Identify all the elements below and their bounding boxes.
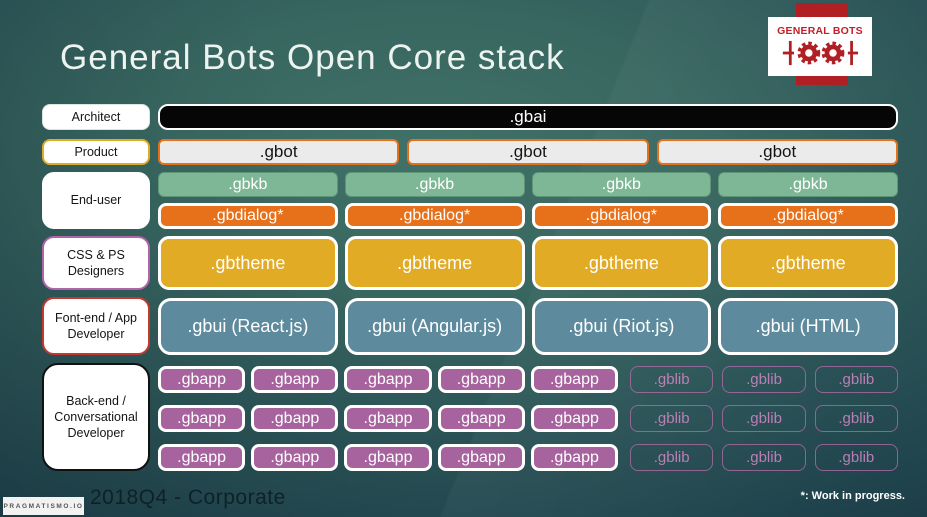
gbot-box: .gbot bbox=[407, 139, 649, 165]
gbdialog-box: .gbdialog* bbox=[158, 203, 338, 229]
general-bots-logo: GENERAL BOTS bbox=[768, 17, 872, 76]
row-gbui: .gbui (React.js) .gbui (Angular.js) .gbu… bbox=[158, 298, 898, 355]
gbdialog-box: .gbdialog* bbox=[344, 203, 525, 229]
logo-wordmark: GENERAL BOTS bbox=[777, 25, 863, 37]
page-title: General Bots Open Core stack bbox=[60, 38, 565, 77]
gbapp-box: .gbapp bbox=[344, 366, 432, 393]
gbkb-box: .gbkb bbox=[158, 172, 338, 197]
gbapp-box: .gbapp bbox=[344, 405, 432, 432]
gbui-html-box: .gbui (HTML) bbox=[718, 298, 898, 355]
gbkb-box: .gbkb bbox=[344, 172, 525, 197]
row-backend-1: .gbapp .gbapp .gbapp .gbapp .gbapp .gbli… bbox=[158, 366, 898, 393]
row-gbkb: .gbkb .gbkb .gbkb .gbkb bbox=[158, 172, 898, 197]
row-gbdialog: .gbdialog* .gbdialog* .gbdialog* .gbdial… bbox=[158, 203, 898, 229]
row-gbot: .gbot .gbot .gbot bbox=[158, 139, 898, 165]
gbdialog-box: .gbdialog* bbox=[531, 203, 712, 229]
gbdialog-box: .gbdialog* bbox=[718, 203, 898, 229]
gbui-angular-box: .gbui (Angular.js) bbox=[344, 298, 525, 355]
gbapp-box: .gbapp bbox=[437, 444, 525, 471]
role-label-end-user: End-user bbox=[42, 172, 150, 229]
gblib-box: .gblib bbox=[722, 405, 806, 432]
role-label-architect: Architect bbox=[42, 104, 150, 130]
gbkb-box: .gbkb bbox=[531, 172, 712, 197]
gbtheme-box: .gbtheme bbox=[344, 236, 525, 290]
gbui-riot-box: .gbui (Riot.js) bbox=[531, 298, 712, 355]
gbapp-box: .gbapp bbox=[158, 366, 246, 393]
gbui-react-box: .gbui (React.js) bbox=[158, 298, 338, 355]
gbtheme-box: .gbtheme bbox=[158, 236, 338, 290]
gbapp-box: .gbapp bbox=[437, 405, 525, 432]
gbtheme-box: .gbtheme bbox=[718, 236, 898, 290]
gblib-group: .gblib .gblib .gblib bbox=[630, 444, 898, 471]
gblib-box: .gblib bbox=[814, 444, 898, 471]
gblib-box: .gblib bbox=[814, 405, 898, 432]
gblib-box: .gblib bbox=[814, 366, 898, 393]
gbapp-box: .gbapp bbox=[530, 444, 619, 471]
gbapp-box: .gbapp bbox=[530, 405, 619, 432]
role-label-frontend-app-developer: Font-end / App Developer bbox=[42, 297, 150, 355]
gblib-group: .gblib .gblib .gblib bbox=[630, 405, 898, 432]
gbapp-box: .gbapp bbox=[530, 366, 619, 393]
gbtheme-box: .gbtheme bbox=[531, 236, 712, 290]
gbapp-box: .gbapp bbox=[251, 366, 339, 393]
gbai-box: .gbai bbox=[158, 104, 898, 130]
gbapp-box: .gbapp bbox=[158, 444, 246, 471]
gbapp-box: .gbapp bbox=[437, 366, 525, 393]
gears-icon bbox=[782, 40, 859, 66]
slide-canvas: General Bots Open Core stack GENERAL BOT… bbox=[0, 0, 927, 517]
gbapp-box: .gbapp bbox=[251, 405, 339, 432]
pragmatismo-brand-badge: PRAGMATISMO.IO bbox=[3, 497, 84, 515]
gblib-group: .gblib .gblib .gblib bbox=[630, 366, 898, 393]
gblib-box: .gblib bbox=[722, 444, 806, 471]
gbapp-group: .gbapp .gbapp .gbapp .gbapp .gbapp bbox=[158, 444, 619, 471]
gblib-box: .gblib bbox=[630, 366, 714, 393]
row-backend-2: .gbapp .gbapp .gbapp .gbapp .gbapp .gbli… bbox=[158, 405, 898, 432]
gbapp-group: .gbapp .gbapp .gbapp .gbapp .gbapp bbox=[158, 405, 619, 432]
gbapp-box: .gbapp bbox=[344, 444, 432, 471]
gblib-box: .gblib bbox=[630, 405, 714, 432]
role-label-backend-conversational-developer: Back-end / Conversational Developer bbox=[42, 363, 150, 471]
gbot-box: .gbot bbox=[656, 139, 898, 165]
work-in-progress-footnote: *: Work in progress. bbox=[800, 490, 905, 502]
role-label-product: Product bbox=[42, 139, 150, 165]
gbkb-box: .gbkb bbox=[718, 172, 898, 197]
gblib-box: .gblib bbox=[722, 366, 806, 393]
role-label-css-ps-designers: CSS & PS Designers bbox=[42, 236, 150, 290]
gbapp-box: .gbapp bbox=[158, 405, 246, 432]
row-gbtheme: .gbtheme .gbtheme .gbtheme .gbtheme bbox=[158, 236, 898, 290]
gbot-box: .gbot bbox=[158, 139, 400, 165]
gbapp-box: .gbapp bbox=[251, 444, 339, 471]
row-gbai: .gbai bbox=[158, 104, 898, 130]
gblib-box: .gblib bbox=[630, 444, 714, 471]
gbapp-group: .gbapp .gbapp .gbapp .gbapp .gbapp bbox=[158, 366, 619, 393]
row-backend-3: .gbapp .gbapp .gbapp .gbapp .gbapp .gbli… bbox=[158, 444, 898, 471]
footer-caption: 2018Q4 - Corporate bbox=[90, 486, 286, 509]
